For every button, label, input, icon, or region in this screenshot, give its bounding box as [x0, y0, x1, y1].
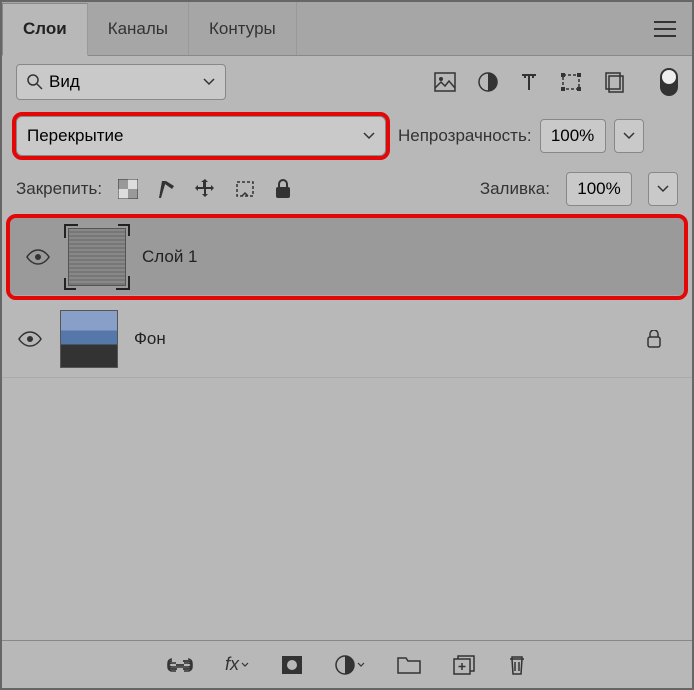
- opacity-input[interactable]: 100%: [540, 119, 606, 153]
- layer-thumbnail[interactable]: [68, 228, 126, 286]
- lock-all-icon[interactable]: [274, 179, 292, 199]
- layer-row[interactable]: Слой 1: [10, 218, 684, 296]
- blend-row: Перекрытие Непрозрачность: 100%: [2, 108, 692, 164]
- tab-channels[interactable]: Каналы: [88, 2, 189, 55]
- layers-list: Слой 1 Фон: [2, 214, 692, 640]
- new-adjustment-button[interactable]: [335, 655, 365, 675]
- lock-artboard-icon[interactable]: [234, 179, 256, 199]
- filter-adjustment-icon[interactable]: [478, 72, 498, 92]
- filter-icons: [434, 68, 678, 96]
- lock-position-icon[interactable]: [194, 178, 216, 200]
- search-icon: [27, 74, 43, 90]
- layer-thumbnail[interactable]: [60, 310, 118, 368]
- fill-label: Заливка:: [480, 179, 550, 199]
- new-group-button[interactable]: [397, 655, 421, 675]
- delete-layer-button[interactable]: [507, 654, 527, 676]
- tab-paths[interactable]: Контуры: [189, 2, 297, 55]
- lock-icon: [646, 330, 662, 348]
- search-row: Вид: [2, 56, 692, 108]
- filter-type-icon[interactable]: [520, 72, 538, 92]
- blend-mode-select[interactable]: Перекрытие: [16, 116, 386, 156]
- layer-name[interactable]: Слой 1: [142, 247, 670, 267]
- opacity-dropdown-button[interactable]: [614, 119, 644, 153]
- layer-row[interactable]: Фон: [2, 300, 692, 378]
- lock-icons-group: [118, 178, 292, 200]
- new-layer-button[interactable]: [453, 655, 475, 675]
- add-mask-button[interactable]: [281, 655, 303, 675]
- filter-smartobject-icon[interactable]: [604, 71, 624, 93]
- lock-label: Закрепить:: [16, 179, 102, 199]
- blend-mode-value: Перекрытие: [27, 126, 123, 146]
- layer-lock-indicator[interactable]: [646, 330, 662, 348]
- bottom-toolbar: fx: [2, 640, 692, 688]
- filter-shape-icon[interactable]: [560, 72, 582, 92]
- panel-tabs: Слои Каналы Контуры: [2, 2, 692, 56]
- panel-menu-button[interactable]: [654, 21, 676, 37]
- visibility-toggle[interactable]: [24, 249, 52, 265]
- link-layers-button[interactable]: [167, 658, 193, 672]
- chevron-down-icon: [363, 132, 375, 140]
- layers-panel: Слои Каналы Контуры Вид Перекрытие Непро…: [0, 0, 694, 690]
- chevron-down-icon: [357, 662, 365, 668]
- filter-pixel-icon[interactable]: [434, 72, 456, 92]
- eye-icon: [26, 249, 50, 265]
- chevron-down-icon: [657, 185, 669, 193]
- chevron-down-icon: [203, 78, 215, 86]
- tab-layers[interactable]: Слои: [2, 3, 88, 56]
- eye-icon: [18, 331, 42, 347]
- filter-toggle[interactable]: [660, 68, 678, 96]
- layer-effects-button[interactable]: fx: [225, 654, 249, 675]
- fill-input[interactable]: 100%: [566, 172, 632, 206]
- fill-dropdown-button[interactable]: [648, 172, 678, 206]
- adjustment-icon: [335, 655, 355, 675]
- layer-name[interactable]: Фон: [134, 329, 630, 349]
- visibility-toggle[interactable]: [16, 331, 44, 347]
- opacity-label: Непрозрачность:: [398, 126, 532, 146]
- filter-label: Вид: [49, 72, 80, 92]
- chevron-down-icon: [623, 132, 635, 140]
- layer-filter-select[interactable]: Вид: [16, 64, 226, 100]
- lock-row: Закрепить: Заливка: 100%: [2, 164, 692, 214]
- chevron-down-icon: [241, 662, 249, 668]
- lock-image-icon[interactable]: [156, 178, 176, 200]
- lock-transparent-icon[interactable]: [118, 179, 138, 199]
